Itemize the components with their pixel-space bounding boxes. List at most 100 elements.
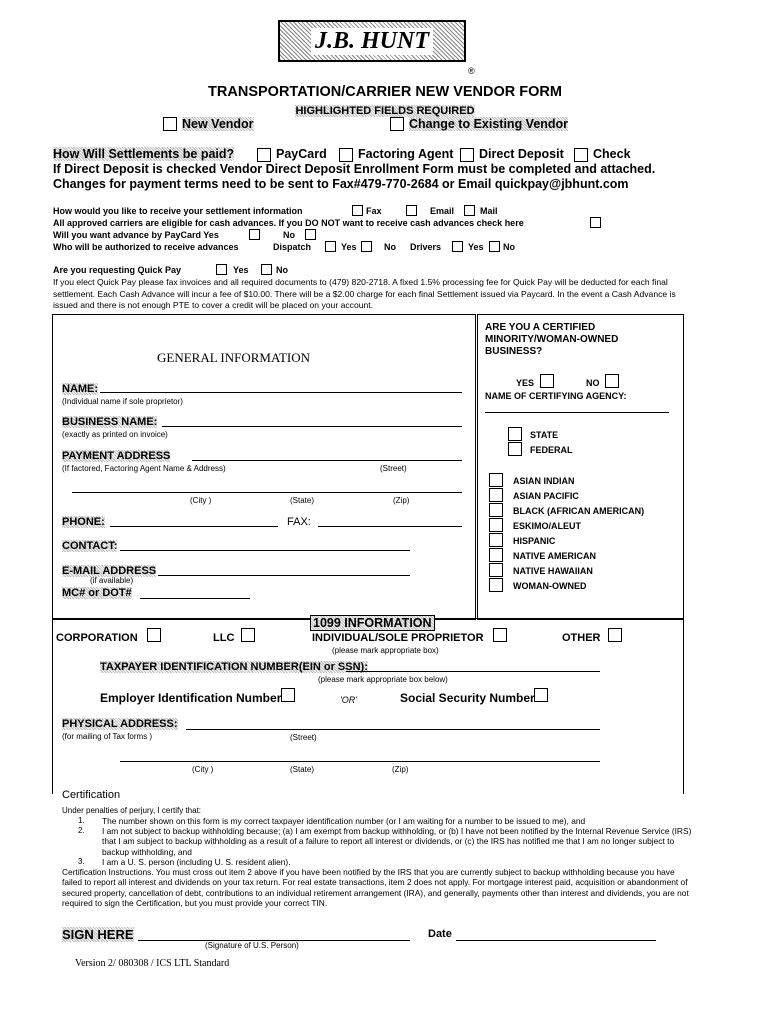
tin-field[interactable] <box>346 671 600 672</box>
payment-address-label: PAYMENT ADDRESS <box>62 450 171 462</box>
date-label: Date <box>428 928 452 940</box>
payment-city-state-zip-field[interactable] <box>72 492 462 493</box>
business-name-hint: (exactly as printed on invoice) <box>62 430 168 439</box>
receive-fax-checkbox[interactable] <box>352 205 363 216</box>
city-hint: (City ) <box>190 496 212 505</box>
individual-checkbox[interactable] <box>493 628 507 642</box>
factoring-agent-checkbox[interactable] <box>339 148 353 162</box>
minority-group-checkbox[interactable] <box>489 473 503 487</box>
drivers-yes-checkbox[interactable] <box>452 241 463 252</box>
signature-hint: (Signature of U.S. Person) <box>205 941 299 950</box>
drivers-no-checkbox[interactable] <box>489 241 500 252</box>
dispatch-no-label: No <box>384 242 396 252</box>
vendor-form-page: J.B. HUNT ® TRANSPORTATION/CARRIER NEW V… <box>0 0 770 1024</box>
minority-group-label: WOMAN-OWNED <box>513 581 587 591</box>
name-label: NAME: <box>62 383 99 395</box>
minority-group-label: ASIAN PACIFIC <box>513 491 579 501</box>
minority-group-label: NATIVE HAWAIIAN <box>513 566 593 576</box>
physical-street-field[interactable] <box>186 729 600 730</box>
logo-text: J.B. HUNT <box>311 27 433 55</box>
direct-deposit-checkbox[interactable] <box>460 148 474 162</box>
minority-group-checkbox[interactable] <box>489 578 503 592</box>
tin-label: TAXPAYER IDENTIFICATION NUMBER(EIN or SS… <box>100 661 368 673</box>
ssn-label: Social Security Number <box>400 691 535 705</box>
new-vendor-label: New Vendor <box>182 117 254 131</box>
minority-group-checkbox[interactable] <box>489 548 503 562</box>
authorized-label: Who will be authorized to receive advanc… <box>53 242 239 252</box>
minority-group-label: BLACK (AFRICAN AMERICAN) <box>513 506 645 516</box>
dispatch-label: Dispatch <box>273 242 312 252</box>
ein-checkbox[interactable] <box>281 688 295 702</box>
check-checkbox[interactable] <box>574 148 588 162</box>
page-title: TRANSPORTATION/CARRIER NEW VENDOR FORM <box>208 84 562 100</box>
name-field[interactable] <box>100 392 462 393</box>
receive-question: How would you like to receive your settl… <box>53 206 303 216</box>
version-text: Version 2/ 080308 / ICS LTL Standard <box>75 958 230 969</box>
phone-label: PHONE: <box>62 516 105 528</box>
minority-question: ARE YOU A CERTIFIED MINORITY/WOMAN-OWNED… <box>485 322 619 357</box>
contact-field[interactable] <box>120 550 410 551</box>
minority-group-checkbox[interactable] <box>489 533 503 547</box>
physical-address-hint: (for mailing of Tax forms ) <box>62 732 153 741</box>
advance-paycard-no-label: No <box>283 230 295 240</box>
ssn-checkbox[interactable] <box>534 688 548 702</box>
mark-box-hint: (please mark appropriate box) <box>332 646 439 655</box>
receive-mail-checkbox[interactable] <box>464 205 475 216</box>
other-checkbox[interactable] <box>608 628 622 642</box>
paycard-checkbox[interactable] <box>257 148 271 162</box>
minority-no-checkbox[interactable] <box>605 374 619 388</box>
new-vendor-checkbox[interactable] <box>163 117 177 131</box>
dispatch-yes-label: Yes <box>341 242 357 252</box>
no-cash-advance-checkbox[interactable] <box>590 217 601 228</box>
corporation-checkbox[interactable] <box>147 628 161 642</box>
email-field[interactable] <box>158 575 410 576</box>
llc-label: LLC <box>213 632 235 644</box>
mc-dot-field[interactable] <box>140 598 250 599</box>
mc-dot-label: MC# or DOT# <box>62 587 132 599</box>
quickpay-no-checkbox[interactable] <box>261 264 272 275</box>
physical-city-state-zip-field[interactable] <box>120 761 600 762</box>
fax-field[interactable] <box>318 526 462 527</box>
minority-group-checkbox[interactable] <box>489 563 503 577</box>
physical-address-label: PHYSICAL ADDRESS: <box>62 718 178 730</box>
certification-item-3: I am a U. S. person (including U. S. res… <box>102 857 291 867</box>
certifying-agency-field[interactable] <box>485 412 669 413</box>
payment-street-field[interactable] <box>192 460 462 461</box>
advance-paycard-no-checkbox[interactable] <box>305 229 316 240</box>
minority-group-label: ASIAN INDIAN <box>513 476 575 486</box>
certification-item-1: The number shown on this form is my corr… <box>102 816 586 826</box>
advance-paycard-yes-checkbox[interactable] <box>249 229 260 240</box>
sign-here-label: SIGN HERE <box>62 927 134 942</box>
business-name-field[interactable] <box>162 426 462 427</box>
name-hint: (Individual name if sole proprietor) <box>62 397 183 406</box>
minority-group-checkbox[interactable] <box>489 518 503 532</box>
receive-email-checkbox[interactable] <box>406 205 417 216</box>
change-vendor-checkbox[interactable] <box>390 117 404 131</box>
certification-intro: Under penalties of perjury, I certify th… <box>62 806 202 815</box>
state-label: STATE <box>530 430 559 440</box>
dispatch-no-checkbox[interactable] <box>361 241 372 252</box>
minority-yes-label: YES <box>516 378 535 388</box>
individual-label: INDIVIDUAL/SOLE PROPRIETOR <box>312 632 484 644</box>
payment-address-hint: (If factored, Factoring Agent Name & Add… <box>62 464 226 473</box>
physical-street-hint: (Street) <box>290 733 317 742</box>
llc-checkbox[interactable] <box>241 628 255 642</box>
ein-label: Employer Identification Number <box>100 691 282 705</box>
receive-fax-label: Fax <box>366 206 382 216</box>
quickpay-terms: If you elect Quick Pay please fax invoic… <box>53 277 676 310</box>
contact-label: CONTACT: <box>62 540 118 552</box>
paycard-label: PayCard <box>276 147 327 161</box>
federal-label: FEDERAL <box>530 445 573 455</box>
dispatch-yes-checkbox[interactable] <box>325 241 336 252</box>
minority-group-checkbox[interactable] <box>489 488 503 502</box>
minority-group-checkbox[interactable] <box>489 503 503 517</box>
federal-checkbox[interactable] <box>508 442 522 456</box>
quickpay-yes-checkbox[interactable] <box>216 264 227 275</box>
phone-field[interactable] <box>110 526 278 527</box>
date-field[interactable] <box>456 940 656 941</box>
factoring-agent-label: Factoring Agent <box>358 147 454 161</box>
minority-yes-checkbox[interactable] <box>540 374 554 388</box>
other-label: OTHER <box>562 632 601 644</box>
state-checkbox[interactable] <box>508 427 522 441</box>
cash-advance-line: All approved carriers are eligible for c… <box>53 218 524 228</box>
